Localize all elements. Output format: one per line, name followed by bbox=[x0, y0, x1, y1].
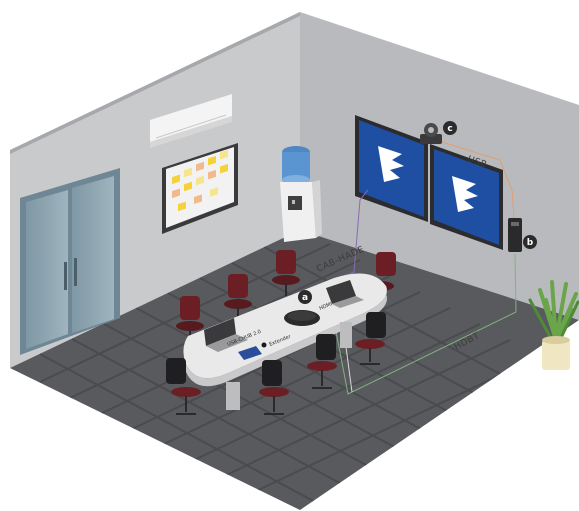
svg-text:c: c bbox=[447, 124, 452, 134]
conference-room-diagram: USB CAB-HADE HDBT USB-CHUB 2.0 HDMI Exte… bbox=[10, 12, 579, 510]
badge-a: a bbox=[298, 290, 312, 304]
wireless-icon bbox=[261, 342, 267, 348]
wall-receiver-device bbox=[508, 218, 522, 252]
badge-b: b bbox=[523, 235, 537, 249]
conference-speakerphone bbox=[284, 310, 320, 326]
svg-text:a: a bbox=[302, 293, 308, 303]
badge-c: c bbox=[443, 121, 457, 135]
svg-text:b: b bbox=[527, 238, 534, 248]
